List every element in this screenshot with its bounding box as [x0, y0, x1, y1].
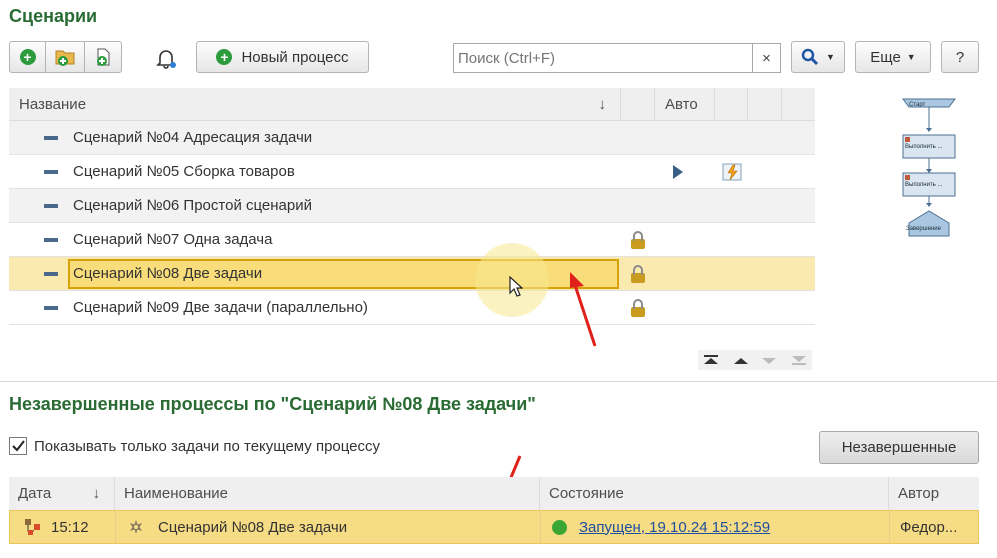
page-title: Сценарии [9, 6, 98, 26]
chevron-down-icon: ▼ [906, 52, 916, 62]
scenario-name: Сценарий №04 Адресация задачи [73, 129, 313, 146]
sort-arrow-icon: ↓ [598, 95, 607, 113]
process-icon [25, 519, 40, 535]
table-row-selected[interactable]: Сценарий №08 Две задачи [9, 257, 815, 291]
process-date: 15:12 [51, 518, 89, 536]
flow-start-label: Старт [909, 102, 926, 108]
process-author: Федор... [900, 518, 958, 536]
column-extra-3[interactable] [782, 88, 815, 120]
table-row[interactable]: Сценарий №07 Одна задача [9, 223, 815, 257]
add-folder-button[interactable] [45, 41, 85, 73]
column-auto[interactable]: Авто [655, 88, 715, 120]
column-name[interactable]: Название ↓ [9, 88, 621, 120]
scenario-icon [44, 237, 58, 242]
scenario-name: Сценарий №06 Простой сценарий [73, 197, 312, 214]
scenario-icon [44, 169, 58, 174]
current-process-checkbox[interactable]: Показывать только задачи по текущему про… [9, 437, 380, 455]
table-row[interactable]: Сценарий №09 Две задачи (параллельно) [9, 291, 815, 325]
search-button[interactable]: ▼ [791, 41, 845, 73]
table-row[interactable]: Сценарий №05 Сборка товаров [9, 155, 815, 189]
clear-search-button[interactable]: × [752, 44, 780, 72]
process-name: Сценарий №08 Две задачи [158, 518, 348, 536]
red-arrow-icon [570, 272, 597, 347]
scenarios-table: Название ↓ Авто Сценарий №04 Адресация з… [9, 88, 815, 325]
processes-table: Дата ↓ Наименование Состояние Автор 15:1… [9, 477, 979, 544]
prev-page-icon [734, 358, 748, 364]
column-extra-1[interactable] [715, 88, 748, 120]
section-title: Незавершенные процессы по "Сценарий №08 … [9, 394, 536, 414]
flowchart-preview[interactable] [899, 93, 959, 239]
column-state[interactable]: Состояние [540, 477, 889, 510]
search-icon [801, 48, 819, 66]
last-page-icon [792, 356, 806, 365]
chevron-down-icon: ▼ [826, 52, 835, 62]
checkbox-checked-icon[interactable] [9, 437, 27, 455]
lightning-icon[interactable] [715, 155, 748, 188]
pager [698, 350, 812, 370]
lock-icon [631, 298, 645, 317]
column-date-label: Дата [18, 485, 52, 502]
lock-icon [631, 230, 645, 249]
more-button[interactable]: Еще ▼ [855, 41, 931, 73]
flow-end-label: Завершение [906, 226, 941, 232]
add-button[interactable]: + [9, 41, 46, 73]
flow-step2-label: Выполнить ... [905, 182, 943, 188]
bell-icon[interactable] [154, 46, 178, 70]
column-name-label: Название [19, 95, 87, 113]
column-date[interactable]: Дата ↓ [9, 477, 115, 510]
new-process-label: Новый процесс [241, 48, 349, 66]
column-author[interactable]: Автор [889, 477, 979, 510]
copy-button[interactable] [84, 41, 122, 73]
scenario-icon [44, 305, 58, 310]
scenario-name: Сценарий №05 Сборка товаров [73, 163, 295, 180]
section-divider [0, 381, 997, 382]
search-field[interactable]: × [453, 43, 781, 73]
incomplete-filter-button[interactable]: Незавершенные [819, 431, 979, 464]
scenario-name: Сценарий №07 Одна задача [73, 231, 273, 248]
plus-icon: + [216, 49, 233, 65]
gear-icon [130, 520, 142, 534]
help-button[interactable]: ? [941, 41, 979, 73]
scenario-name: Сценарий №08 Две задачи [73, 265, 263, 282]
column-state-label: Состояние [549, 485, 624, 502]
scenario-icon [44, 271, 58, 276]
flow-step1-label: Выполнить ... [905, 144, 943, 150]
sort-arrow-icon: ↓ [92, 485, 101, 502]
scenario-icon [44, 203, 58, 208]
table-row[interactable]: Сценарий №06 Простой сценарий [9, 189, 815, 223]
checkbox-label: Показывать только задачи по текущему про… [34, 437, 381, 455]
table-row-selected[interactable]: 15:12 Сценарий №08 Две задачи Запущен, 1… [9, 510, 979, 544]
process-state-link[interactable]: Запущен, 19.10.24 15:12:59 [579, 519, 770, 536]
search-input[interactable] [454, 44, 754, 72]
next-page-icon [762, 358, 776, 364]
folder-add-icon [55, 50, 75, 66]
table-row[interactable]: Сценарий №04 Адресация задачи [9, 121, 815, 155]
more-label: Еще [870, 48, 901, 66]
lock-icon [631, 264, 645, 283]
scenario-icon [44, 135, 58, 140]
column-auto-label: Авто [665, 95, 698, 113]
play-icon[interactable] [655, 155, 715, 188]
add-icon: + [19, 49, 36, 65]
document-add-icon [97, 48, 110, 66]
column-lock[interactable] [621, 88, 655, 120]
new-process-button[interactable]: + Новый процесс [196, 41, 369, 73]
column-author-label: Автор [898, 485, 940, 502]
help-label: ? [955, 48, 965, 66]
mouse-cursor-icon [509, 276, 523, 297]
first-page-icon [704, 355, 718, 364]
table-header: Название ↓ Авто [9, 88, 815, 121]
scenario-name: Сценарий №09 Две задачи (параллельно) [73, 299, 368, 316]
column-name[interactable]: Наименование [115, 477, 540, 510]
table-header: Дата ↓ Наименование Состояние Автор [9, 477, 979, 510]
column-name-label: Наименование [124, 485, 228, 502]
column-extra-2[interactable] [748, 88, 782, 120]
status-running-icon [552, 519, 567, 535]
incomplete-filter-label: Незавершенные [841, 439, 957, 456]
